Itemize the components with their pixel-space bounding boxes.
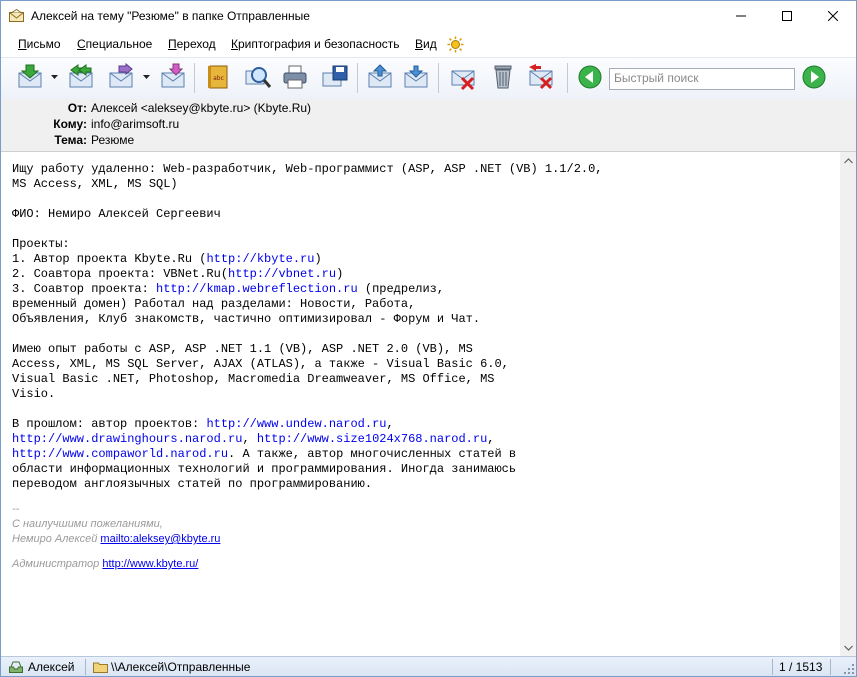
save-button[interactable]	[321, 63, 349, 91]
menu-item-crypto[interactable]: Криптография и безопасность	[231, 37, 400, 51]
arrow-left-icon	[578, 65, 602, 89]
save-icon	[322, 65, 348, 87]
toolbar: abc	[1, 57, 856, 100]
menu-item-go[interactable]: Переход	[168, 37, 216, 51]
quick-search-box[interactable]	[609, 68, 795, 90]
next-message-button[interactable]	[402, 63, 430, 91]
link-compaworld[interactable]: http://www.compaworld.narod.ru	[12, 447, 228, 461]
signature-admin-line: Администратор http://www.kbyte.ru/	[12, 558, 199, 570]
envelope-icon	[9, 9, 24, 22]
close-icon	[828, 11, 838, 21]
close-button[interactable]	[810, 1, 856, 31]
status-message-count: 1 / 1513	[779, 660, 823, 674]
svg-text:abc: abc	[213, 75, 224, 82]
link-kbyte[interactable]: http://kbyte.ru	[206, 252, 314, 266]
chevron-down-icon[interactable]	[143, 75, 150, 80]
message-body[interactable]: Ищу работу удаленно: Web-разработчик, We…	[1, 152, 840, 656]
menu-item-special[interactable]: Специальное	[77, 37, 152, 51]
link-vbnet[interactable]: http://vbnet.ru	[228, 267, 336, 281]
chevron-down-icon	[843, 645, 853, 651]
folder-icon	[93, 662, 108, 673]
forward-nav-button[interactable]	[800, 63, 828, 91]
redirect-icon	[161, 63, 185, 88]
reply-all-icon	[69, 64, 93, 88]
sun-icon[interactable]	[447, 36, 464, 53]
window-title: Алексей на тему "Резюме" в папке Отправл…	[31, 9, 310, 23]
minimize-button[interactable]	[718, 1, 764, 31]
status-folder: \\Алексей\Отправленные	[111, 660, 251, 674]
get-mail-button[interactable]	[16, 63, 44, 91]
link-size1024[interactable]: http://www.size1024x768.narod.ru	[257, 432, 487, 446]
toolbar-separator	[438, 63, 439, 93]
chevron-down-icon[interactable]	[51, 75, 58, 80]
message-text: Ищу работу удаленно: Web-разработчик, We…	[12, 162, 603, 491]
address-book-icon: abc	[208, 65, 228, 89]
link-drawinghours[interactable]: http://www.drawinghours.narod.ru	[12, 432, 242, 446]
signature-name-line: Немиро Алексей mailto:aleksey@kbyte.ru	[12, 533, 221, 545]
magnifier-icon	[245, 67, 272, 88]
signature-regards: С наилучшими пожеланиями,	[12, 518, 163, 530]
junk-mail-icon	[529, 64, 553, 90]
address-book-button[interactable]: abc	[204, 63, 232, 91]
forward-icon	[109, 63, 133, 88]
printer-icon	[283, 65, 307, 89]
signature-mailto-link[interactable]: mailto:aleksey@kbyte.ru	[100, 533, 220, 545]
next-message-icon	[404, 65, 428, 88]
status-separator	[772, 659, 773, 675]
delete-button[interactable]	[449, 63, 477, 91]
toolbar-separator	[567, 63, 568, 93]
title-bar: Алексей на тему "Резюме" в папке Отправл…	[1, 1, 856, 32]
print-button[interactable]	[281, 63, 309, 91]
delete-mail-icon	[451, 70, 475, 91]
link-kmap[interactable]: http://kmap.webreflection.ru	[156, 282, 358, 296]
scroll-up-button[interactable]	[840, 152, 856, 169]
previous-message-button[interactable]	[366, 63, 394, 91]
back-button[interactable]	[576, 63, 604, 91]
menu-item-view[interactable]: Вид	[415, 37, 437, 51]
redirect-button[interactable]	[159, 63, 187, 91]
maximize-icon	[782, 11, 792, 21]
to-value[interactable]: info@arimsoft.ru	[91, 117, 179, 131]
menu-item-letter[interactable]: Письмо	[18, 37, 61, 51]
previous-message-icon	[368, 64, 392, 88]
minimize-icon	[736, 15, 746, 17]
toolbar-separator	[194, 63, 195, 93]
scroll-down-button[interactable]	[840, 639, 856, 656]
arrow-right-icon	[802, 65, 826, 89]
get-mail-icon	[18, 64, 42, 88]
resize-grip-icon[interactable]	[843, 663, 855, 675]
status-separator	[85, 659, 86, 675]
status-bar: Алексей \\Алексей\Отправленные 1 / 1513	[1, 656, 856, 676]
signature-dashes: --	[12, 503, 20, 515]
link-undew[interactable]: http://www.undew.narod.ru	[206, 417, 386, 431]
from-value[interactable]: Алексей <aleksey@kbyte.ru> (Kbyte.Ru)	[91, 101, 311, 115]
menu-bar: Письмо Специальное Переход Криптография …	[1, 32, 856, 56]
quick-search-input[interactable]	[610, 69, 794, 87]
forward-button[interactable]	[107, 63, 135, 91]
inbox-tray-icon	[9, 661, 23, 673]
to-label: Кому:	[53, 117, 87, 131]
signature-site-link[interactable]: http://www.kbyte.ru/	[102, 558, 198, 570]
chevron-up-icon	[843, 157, 853, 163]
trash-icon	[494, 65, 512, 89]
mail-window: Алексей на тему "Резюме" в папке Отправл…	[0, 0, 857, 677]
subject-value: Резюме	[91, 133, 135, 147]
vertical-scrollbar[interactable]	[840, 152, 856, 656]
subject-label: Тема:	[54, 133, 87, 147]
trash-button[interactable]	[489, 63, 517, 91]
reply-all-button[interactable]	[67, 63, 95, 91]
from-label: От:	[67, 101, 87, 115]
maximize-button[interactable]	[764, 1, 810, 31]
status-user: Алексей	[28, 660, 75, 674]
junk-button[interactable]	[527, 63, 555, 91]
status-separator	[830, 659, 831, 675]
message-headers: От: Алексей <aleksey@kbyte.ru> (Kbyte.Ru…	[1, 99, 856, 152]
toolbar-separator	[357, 63, 358, 93]
search-messages-button[interactable]	[244, 63, 272, 91]
